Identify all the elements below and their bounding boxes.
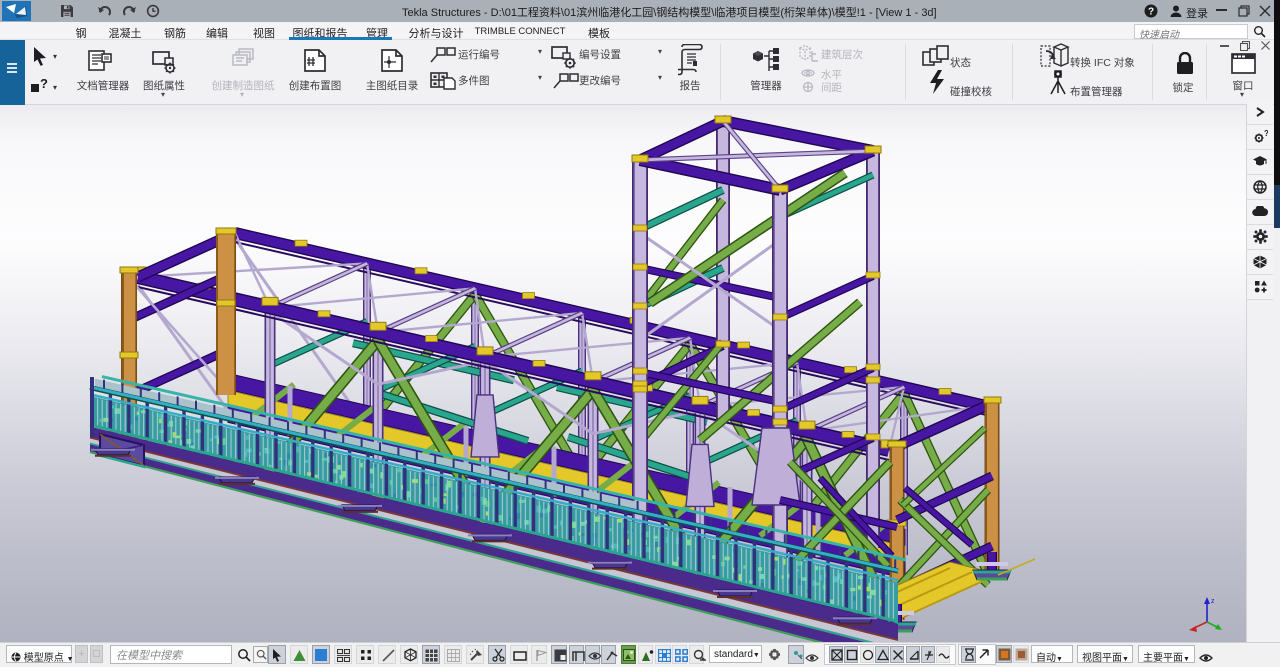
svg-text:?: ? [1264,130,1268,138]
svg-text:?: ? [1148,7,1154,18]
svg-text:z: z [1211,598,1215,605]
